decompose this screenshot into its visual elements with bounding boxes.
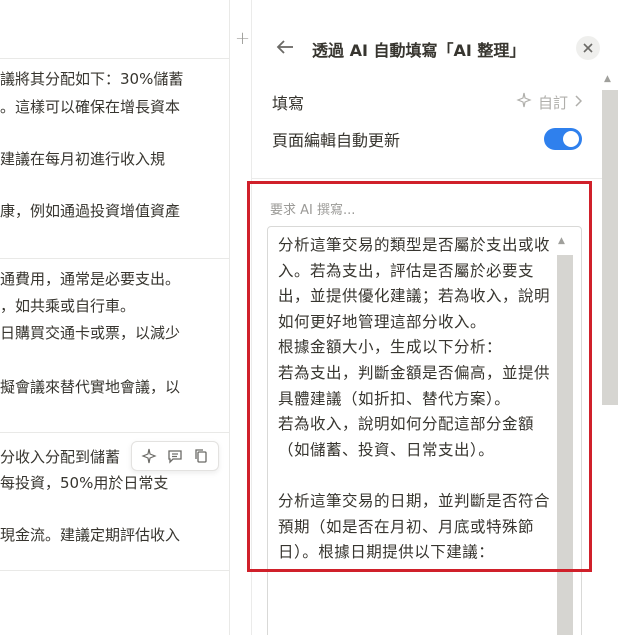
close-icon[interactable] <box>576 36 600 60</box>
fill-setting-row[interactable]: 填寫 自訂 <box>272 88 583 116</box>
toggle-knob <box>563 131 579 147</box>
cell-line[interactable]: 康，例如通過投資增值資產 <box>0 200 180 222</box>
row-divider <box>0 570 230 571</box>
fill-label: 填寫 <box>272 94 305 113</box>
copy-icon[interactable] <box>191 446 211 466</box>
cell-line[interactable]: 日購買交通卡或票，以減少 <box>0 322 180 344</box>
fill-mode-selector[interactable]: 自訂 <box>516 92 583 113</box>
plus-icon[interactable]: + <box>235 28 250 49</box>
cell-line[interactable]: ，如共乘或自行車。 <box>0 295 135 317</box>
arrow-left-icon[interactable] <box>274 36 296 58</box>
scroll-up-icon[interactable]: ▲ <box>604 74 611 84</box>
row-divider <box>0 258 230 259</box>
database-table: + 議將其分配如下：30%儲蓄 。這樣可以確保在增長資本 建議在每月初進行收入規… <box>0 0 251 635</box>
fill-mode-value: 自訂 <box>537 93 568 112</box>
table-header-divider <box>0 58 230 59</box>
panel-divider <box>252 178 607 179</box>
cell-line[interactable]: 分收入分配到儲蓄 <box>0 446 120 468</box>
chevron-right-icon <box>574 93 583 111</box>
cell-hover-toolbar <box>131 441 219 471</box>
cell-line[interactable]: 擬會議來替代實地會議，以 <box>0 376 180 398</box>
auto-update-toggle[interactable] <box>544 128 582 150</box>
panel-title: 透過 AI 自動填寫「AI 整理」 <box>312 41 526 60</box>
panel-header: 透過 AI 自動填寫「AI 整理」 <box>252 30 625 66</box>
cell-line[interactable]: 通費用，通常是必要支出。 <box>0 268 180 290</box>
cell-line[interactable]: 。這樣可以確保在增長資本 <box>0 96 180 118</box>
panel-scrollbar[interactable] <box>602 90 618 405</box>
highlight-annotation <box>247 181 592 572</box>
cell-line[interactable]: 建議在每月初進行收入規 <box>0 148 165 170</box>
sparkle-icon[interactable] <box>139 446 159 466</box>
cell-line[interactable]: 議將其分配如下：30%儲蓄 <box>0 68 183 90</box>
auto-update-row: 頁面編輯自動更新 <box>272 125 582 153</box>
cell-line[interactable]: 現金流。建議定期評估收入 <box>0 524 180 546</box>
auto-update-label: 頁面編輯自動更新 <box>272 131 401 150</box>
comment-icon[interactable] <box>165 446 185 466</box>
cell-line[interactable]: 每投資，50%用於日常支 <box>0 472 168 494</box>
row-divider <box>0 432 230 433</box>
column-divider <box>229 0 230 635</box>
sparkle-icon <box>516 92 532 112</box>
